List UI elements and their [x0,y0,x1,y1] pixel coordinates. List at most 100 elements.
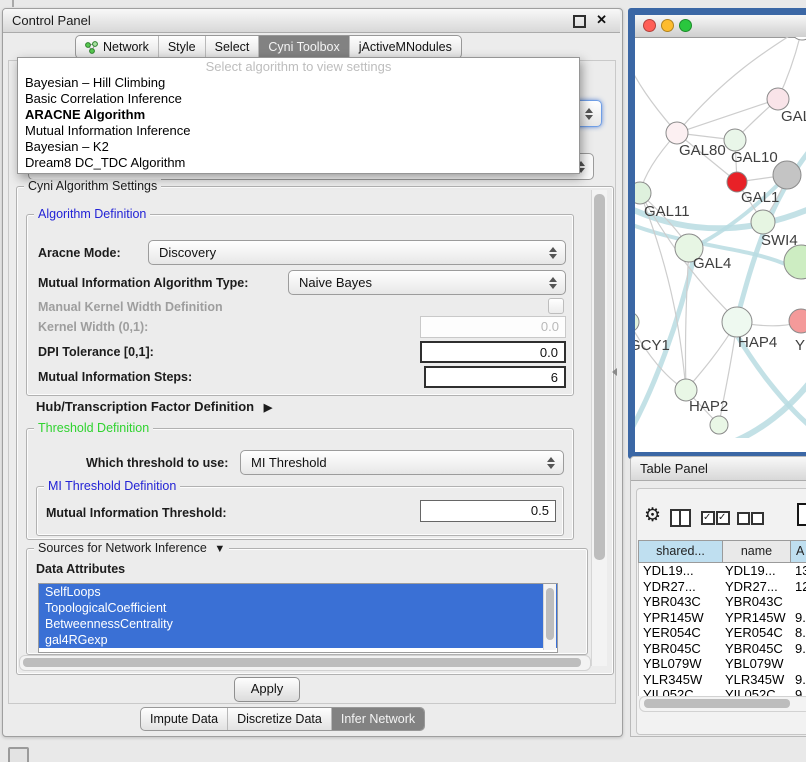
mi-steps-field[interactable]: 6 [424,366,566,388]
network-edge[interactable] [635,65,677,133]
attribute-gal4rgexp[interactable]: gal4RGexp [39,632,557,648]
algorithm-option-mutual-information-inference[interactable]: Mutual Information Inference [18,123,579,139]
network-node[interactable] [710,416,728,434]
tab-cyni-toolbox[interactable]: Cyni Toolbox [259,36,349,58]
kernel-width-field[interactable]: 0.0 [420,316,566,338]
tab-jactivemnodules[interactable]: jActiveMNodules [350,36,461,58]
close-traffic-icon[interactable] [643,19,656,32]
float-window-icon[interactable] [573,15,586,28]
new-table-icon[interactable] [797,503,806,526]
mi-steps-label: Mutual Information Steps: [38,370,192,384]
network-node[interactable] [784,245,806,279]
table-row[interactable]: YBL079WYBL079W [639,656,806,672]
network-node[interactable] [724,129,746,151]
control-panel-titlebar[interactable]: Control Panel ✕ [3,9,620,33]
tab-network[interactable]: Network [76,36,159,58]
data-attributes-list: SelfLoopsTopologicalCoefficientBetweenne… [38,583,558,653]
table-row[interactable]: YBR045CYBR045C9. [639,641,806,657]
table-row[interactable]: YPR145WYPR145W9. [639,610,806,626]
dpi-tolerance-field[interactable]: 0.0 [420,341,566,363]
tab-discretize-data[interactable]: Discretize Data [228,708,332,730]
node-label-hap2: HAP2 [689,398,728,415]
network-node[interactable] [722,307,752,337]
zoom-traffic-icon[interactable] [679,19,692,32]
combo-stepper-icon [549,276,558,290]
manual-kernel-checkbox[interactable] [548,298,564,314]
algorithm-option-dream8-dc-tdc-algorithm[interactable]: Dream8 DC_TDC Algorithm [18,155,579,171]
column-header-shared[interactable]: shared... [639,541,723,563]
algorithm-option-bayesian-k2[interactable]: Bayesian – K2 [18,139,579,155]
mi-threshold-field[interactable]: 0.5 [420,500,556,522]
algorithm-option-aracne-algorithm[interactable]: ARACNE Algorithm [18,107,579,123]
panel-resize-handle[interactable] [612,368,617,376]
table-row[interactable]: YDL19...YDL19...13 [639,563,806,579]
table-rows: YDL19...YDL19...13YDR27...YDR27...12YBR0… [638,563,806,696]
table-row[interactable]: YBR043CYBR043C [639,594,806,610]
network-window-titlebar[interactable] [635,15,806,38]
network-canvas[interactable]: GALGAL80GAL10GAL1GAL11SWI4GAL4GCY1HAP4YH… [635,37,806,438]
threshold-definition-legend: Threshold Definition [34,421,153,435]
hub-section-toggle[interactable]: Hub/Transcription Factor Definition ▶ [36,399,272,414]
network-node[interactable] [666,122,688,144]
which-threshold-combo[interactable]: MI Threshold [240,450,564,475]
mi-type-combo[interactable]: Naive Bayes [288,270,566,295]
tab-impute-data[interactable]: Impute Data [141,708,228,730]
column-header-name[interactable]: name [723,541,791,563]
table-panel-title: Table Panel [640,461,708,476]
node-label-gal4: GAL4 [693,255,731,272]
window-edge-artifact [12,0,14,7]
collapse-arrow-icon: ▼ [214,543,225,555]
network-edge[interactable] [685,248,689,390]
table-header: shared...nameA [638,540,806,563]
attribute-selfloops[interactable]: SelfLoops [39,584,557,600]
column-header-a[interactable]: A [791,541,806,563]
network-node[interactable] [791,37,806,40]
node-label-y: Y [795,337,805,354]
attribute-betweennesscentrality[interactable]: BetweennessCentrality [39,616,557,632]
node-label-swi4: SWI4 [761,232,798,249]
sources-legend[interactable]: Sources for Network Inference ▼ [34,541,229,555]
tab-infer-network[interactable]: Infer Network [332,708,424,730]
algorithm-dropdown-popup: Select algorithm to view settings Bayesi… [17,57,580,174]
aracne-mode-value: Discovery [159,245,216,260]
data-attributes-label: Data Attributes [36,562,125,576]
close-icon[interactable]: ✕ [596,12,607,28]
table-row[interactable]: YIL052CYIL052C9. [639,687,806,696]
node-label-hap4: HAP4 [738,334,777,351]
cyni-bottom-tabs: Impute DataDiscretize DataInfer Network [140,707,425,731]
minimize-traffic-icon[interactable] [661,19,674,32]
tab-style[interactable]: Style [159,36,206,58]
node-label-gal: GAL [781,108,806,125]
minimized-panel-icon[interactable] [8,747,29,762]
sources-title: Sources for Network Inference [38,541,207,555]
settings-vertical-scrollbar[interactable] [591,190,607,666]
table-row[interactable]: YER054CYER054C8. [639,625,806,641]
network-node[interactable] [767,88,789,110]
tab-select[interactable]: Select [206,36,260,58]
expand-arrow-icon: ▶ [264,402,272,414]
table-horizontal-scrollbar[interactable] [639,696,806,712]
attribute-topologicalcoefficient[interactable]: TopologicalCoefficient [39,600,557,616]
settings-horizontal-scrollbar[interactable] [19,655,591,671]
algorithm-option-bayesian-hill-climbing[interactable]: Bayesian – Hill Climbing [18,75,579,91]
network-node[interactable] [635,312,639,332]
deselect-checkbox2-icon[interactable] [751,512,764,525]
mi-type-value: Naive Bayes [299,275,372,290]
aracne-mode-combo[interactable]: Discovery [148,240,566,265]
gear-icon[interactable]: ⚙ [644,504,661,527]
select-all-checkbox2-icon[interactable]: ✓ [716,511,730,525]
deselect-checkbox-icon[interactable] [737,512,750,525]
attribute-list-scrollbar[interactable] [543,584,556,650]
algorithm-option-basic-correlation-inference[interactable]: Basic Correlation Inference [18,91,579,107]
screen: Control Panel ✕ NetworkStyleSelectCyni T… [0,0,806,762]
table-panel-titlebar[interactable]: Table Panel [631,457,806,481]
network-node[interactable] [789,309,806,333]
combo-stepper-icon [549,246,558,260]
apply-button[interactable]: Apply [234,677,300,702]
aracne-mode-label: Aracne Mode: [38,246,121,260]
split-columns-icon[interactable] [670,509,691,527]
select-all-checkbox-icon[interactable]: ✓ [701,511,715,525]
network-node[interactable] [751,210,775,234]
table-row[interactable]: YLR345WYLR345W9. [639,672,806,688]
table-row[interactable]: YDR27...YDR27...12 [639,579,806,595]
